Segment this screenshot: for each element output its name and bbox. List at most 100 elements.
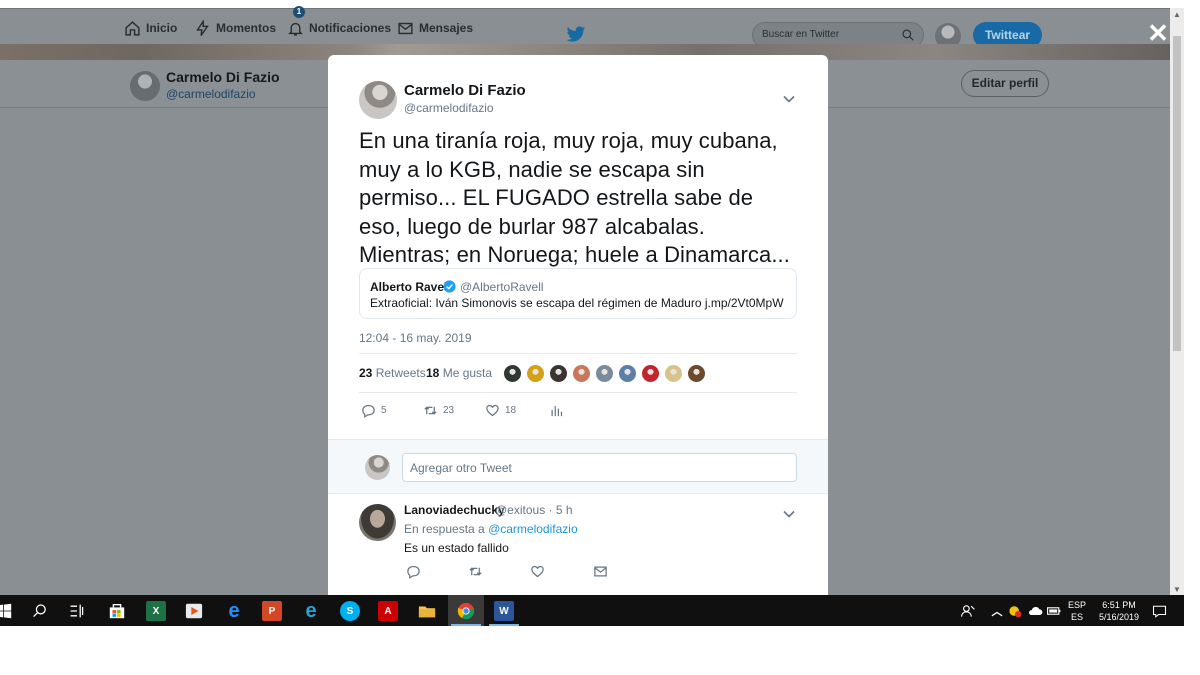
tweet-modal: Carmelo Di Fazio @carmelodifazio En una … [328,55,828,595]
scrollbar-thumb[interactable] [1173,36,1181,351]
liker-avatar[interactable] [664,364,683,383]
powerpoint-icon[interactable]: P [262,601,282,621]
edge-browser-icon[interactable]: e [224,600,244,622]
profile-name: Carmelo Di Fazio [166,69,280,85]
liker-avatar[interactable] [549,364,568,383]
like-action[interactable]: 18 [485,401,516,419]
search-icon[interactable] [901,28,915,42]
reply-action[interactable]: 5 [361,401,387,419]
likes-label: Me gusta [442,366,493,380]
reply-author-avatar[interactable] [359,504,396,541]
quoted-author-name: Alberto Ravell [370,280,451,294]
profile-avatar[interactable] [130,71,160,101]
nav-notifications-label: Notificaciones [309,21,392,35]
liker-avatar[interactable] [503,364,522,383]
input-language-indicator[interactable]: ESP ES [1068,599,1086,623]
reply-author-handle[interactable]: @exitous · 5 h [495,503,573,517]
scroll-down-arrow-icon[interactable]: ▼ [1173,585,1181,594]
add-tweet-input[interactable]: Agregar otro Tweet [402,453,797,482]
scroll-up-arrow-icon[interactable]: ▲ [1173,10,1181,19]
task-view-icon[interactable] [67,601,87,621]
security-alert-icon[interactable] [1005,601,1025,621]
retweets-stat[interactable]: 23 Retweets [359,366,426,380]
liker-avatar[interactable] [526,364,545,383]
author-avatar[interactable] [359,81,397,119]
bar-chart-icon [551,405,563,416]
chevron-down-icon[interactable] [781,91,797,107]
internet-explorer-icon[interactable]: e [301,600,321,622]
reply-tweet[interactable]: Lanoviadechucky @exitous · 5 h En respue… [328,493,828,595]
clock-time: 6:51 PM [1102,600,1136,610]
likes-count: 18 [426,366,440,380]
chevron-down-icon[interactable] [781,506,797,522]
retweet-icon[interactable] [468,564,483,579]
edit-profile-button[interactable]: Editar perfil [961,70,1049,97]
liker-avatar[interactable] [687,364,706,383]
show-hidden-icons-chevron-icon[interactable]: ︿ [987,601,1007,621]
reply-context-prefix: En respuesta a [404,522,485,536]
screen: Inicio Momentos Notificaciones Mensajes … [0,0,1200,675]
bell-icon [288,22,303,36]
people-icon[interactable] [958,601,978,621]
liker-avatar[interactable] [595,364,614,383]
reply-text: Es un estado fallido [404,541,509,555]
liker-avatar[interactable] [572,364,591,383]
scrollbar[interactable]: ▲ ▼ [1170,8,1184,595]
add-tweet-placeholder: Agregar otro Tweet [410,461,512,475]
reply-compose-area: Agregar otro Tweet [328,439,828,493]
top-navigation: Inicio Momentos Notificaciones Mensajes … [0,8,1184,49]
tweet-timestamp[interactable]: 12:04 - 16 may. 2019 [359,331,472,345]
quoted-tweet-card[interactable]: Alberto Ravell @AlbertoRavell Extraofici… [359,268,797,319]
profile-handle[interactable]: @carmelodifazio [166,87,256,101]
reply-tweet-actions [404,564,704,582]
lightning-icon [196,19,209,36]
heart-icon[interactable] [530,564,545,579]
author-name[interactable]: Carmelo Di Fazio [404,82,526,99]
retweet-icon [424,405,437,415]
reply-icon[interactable] [406,564,421,579]
word-icon[interactable]: W [494,601,514,621]
likes-stat[interactable]: 18 Me gusta [426,366,492,380]
verified-badge-icon [443,280,456,293]
word-open-indicator [489,624,519,626]
nav-notifications[interactable]: Notificaciones [287,18,391,38]
battery-icon[interactable] [1044,601,1064,621]
retweet-action[interactable]: 23 [423,401,454,419]
nav-messages[interactable]: Mensajes [397,18,473,38]
retweets-label: Retweets [375,366,426,380]
skype-icon[interactable]: S [340,601,360,621]
nav-moments-label: Momentos [216,21,276,35]
reply-author-name[interactable]: Lanoviadechucky [404,503,505,517]
author-handle[interactable]: @carmelodifazio [404,101,494,115]
notification-count-badge: 1 [293,6,305,18]
reply-count: 5 [381,404,387,416]
chrome-icon[interactable] [456,601,476,621]
search-placeholder: Buscar en Twitter [762,29,840,40]
chrome-open-indicator [451,624,481,626]
reply-context-handle[interactable]: @carmelodifazio [488,522,578,536]
nav-home-label: Inicio [146,21,178,35]
close-modal-icon[interactable]: ✕ [1147,20,1169,46]
nav-home[interactable]: Inicio [124,18,177,38]
windows-start-icon[interactable] [0,601,14,621]
onedrive-cloud-icon[interactable] [1025,601,1045,621]
store-icon[interactable] [107,601,127,621]
tweet-stats: 23 Retweets 18 Me gusta [359,353,797,393]
twitter-bird-icon[interactable] [566,26,586,43]
excel-icon[interactable]: X [146,601,166,621]
like-count: 18 [505,404,517,416]
action-center-icon[interactable] [1149,601,1169,621]
nav-messages-label: Mensajes [419,21,474,35]
file-explorer-icon[interactable] [417,601,437,621]
search-icon[interactable] [30,601,50,621]
pdf-reader-icon[interactable]: A [378,601,398,621]
home-icon [125,20,140,36]
nav-moments[interactable]: Momentos [194,18,276,38]
analytics-action[interactable] [549,401,564,419]
envelope-icon[interactable] [593,564,608,579]
media-player-icon[interactable] [184,601,204,621]
quoted-tweet-text: Extraoficial: Iván Simonovis se escapa d… [370,296,784,310]
liker-avatar[interactable] [618,364,637,383]
system-clock[interactable]: 6:51 PM 5/16/2019 [1095,599,1143,623]
liker-avatar[interactable] [641,364,660,383]
